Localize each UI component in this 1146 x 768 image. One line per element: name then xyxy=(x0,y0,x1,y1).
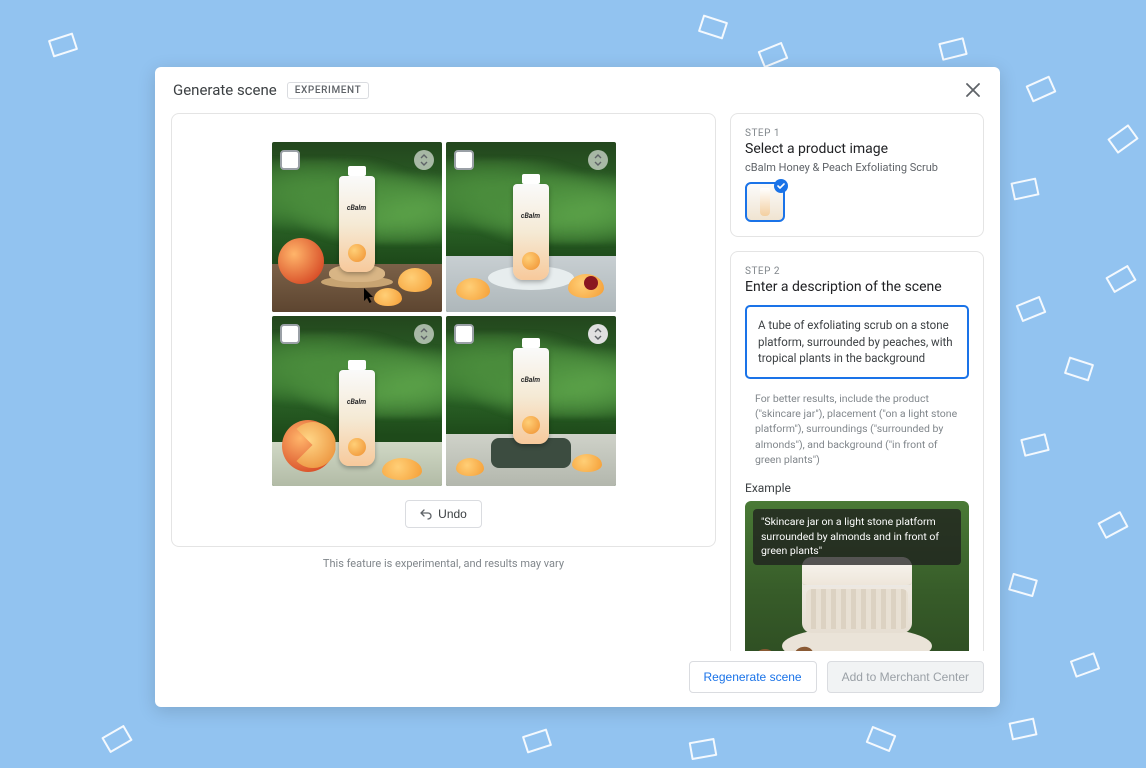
example-caption: "Skincare jar on a light stone platform … xyxy=(753,509,961,565)
result-tile-1[interactable]: cBalm xyxy=(272,142,442,312)
bg-decor xyxy=(1008,717,1037,740)
regenerate-button[interactable]: Regenerate scene xyxy=(689,661,817,693)
expand-button[interactable] xyxy=(414,150,434,170)
close-icon xyxy=(966,83,980,97)
bg-decor xyxy=(1016,296,1047,322)
tube-brand-label: cBalm xyxy=(513,212,549,220)
bg-decor xyxy=(866,726,897,752)
cursor-icon xyxy=(364,288,376,304)
step2-panel: STEP 2 Enter a description of the scene … xyxy=(730,251,984,651)
result-tile-2[interactable]: cBalm xyxy=(446,142,616,312)
generate-scene-modal: Generate scene EXPERIMENT xyxy=(155,67,1000,707)
result-tile-4[interactable]: cBalm xyxy=(446,316,616,486)
bg-decor xyxy=(1107,124,1139,154)
select-checkbox[interactable] xyxy=(454,150,474,170)
bg-decor xyxy=(1010,177,1039,200)
scene-description-input[interactable] xyxy=(745,305,969,379)
step1-title: Select a product image xyxy=(745,141,969,157)
bg-decor xyxy=(1025,75,1056,102)
bg-decor xyxy=(689,738,718,760)
product-name: cBalm Honey & Peach Exfoliating Scrub xyxy=(745,161,969,174)
expand-button[interactable] xyxy=(414,324,434,344)
modal-title: Generate scene xyxy=(173,81,277,99)
expand-icon xyxy=(593,154,603,166)
experiment-badge: EXPERIMENT xyxy=(287,82,370,99)
bg-decor xyxy=(1064,356,1094,381)
selected-check-icon xyxy=(774,179,788,193)
select-checkbox[interactable] xyxy=(280,324,300,344)
modal-footer: Regenerate scene Add to Merchant Center xyxy=(155,651,1000,707)
bg-decor xyxy=(1008,573,1038,597)
select-checkbox[interactable] xyxy=(454,324,474,344)
step2-label: STEP 2 xyxy=(745,266,969,277)
example-image: "Skincare jar on a light stone platform … xyxy=(745,501,969,651)
undo-button[interactable]: Undo xyxy=(405,500,482,528)
tube-brand-label: cBalm xyxy=(339,398,375,406)
select-checkbox[interactable] xyxy=(280,150,300,170)
step2-title: Enter a description of the scene xyxy=(745,279,969,295)
step1-label: STEP 1 xyxy=(745,128,969,139)
results-card: cBalm xyxy=(171,113,716,547)
bg-decor xyxy=(1070,652,1101,678)
results-column: cBalm xyxy=(171,113,716,651)
product-thumbnail[interactable] xyxy=(745,182,785,222)
bg-decor xyxy=(48,32,78,57)
bg-decor xyxy=(1097,511,1128,539)
bg-decor xyxy=(938,37,968,61)
bg-decor xyxy=(1020,433,1050,457)
bg-decor xyxy=(522,728,552,753)
bg-decor xyxy=(758,42,789,68)
bg-decor xyxy=(1105,265,1137,294)
modal-body: cBalm xyxy=(155,107,1000,651)
expand-icon xyxy=(419,154,429,166)
expand-icon xyxy=(419,328,429,340)
add-to-merchant-button[interactable]: Add to Merchant Center xyxy=(827,661,984,693)
expand-icon xyxy=(593,328,603,340)
bg-decor xyxy=(698,14,728,39)
result-tile-3[interactable]: cBalm xyxy=(272,316,442,486)
close-button[interactable] xyxy=(962,79,984,101)
example-label: Example xyxy=(745,481,969,495)
expand-button[interactable] xyxy=(588,150,608,170)
undo-label: Undo xyxy=(438,507,467,521)
undo-icon xyxy=(420,508,432,520)
settings-column: STEP 1 Select a product image cBalm Hone… xyxy=(730,113,984,651)
tube-brand-label: cBalm xyxy=(339,204,375,212)
modal-header: Generate scene EXPERIMENT xyxy=(155,67,1000,107)
description-hint: For better results, include the product … xyxy=(745,391,969,467)
tube-brand-label: cBalm xyxy=(513,376,549,384)
result-grid: cBalm xyxy=(272,142,616,486)
step1-panel: STEP 1 Select a product image cBalm Hone… xyxy=(730,113,984,237)
bg-decor xyxy=(101,725,133,754)
expand-button[interactable] xyxy=(588,324,608,344)
disclaimer-text: This feature is experimental, and result… xyxy=(171,557,716,570)
